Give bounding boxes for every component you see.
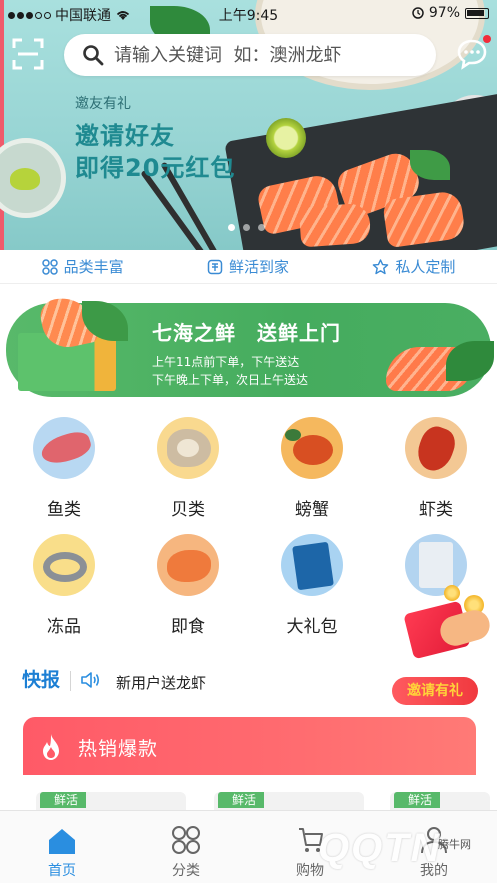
banner-dot[interactable] [228, 224, 235, 231]
scan-icon [12, 38, 44, 70]
promo-line-2: 下午晚上下单，次日上午送达 [152, 373, 309, 387]
category-label: 冻品 [47, 617, 81, 637]
home-icon [49, 829, 75, 854]
delivery-promo-banner[interactable]: 七海之鲜 送鲜上门 上午11点前下单，下午送达 下午晚上下单，次日上午送达 [6, 292, 494, 397]
banner-headline-line2: 即得20元红包 [75, 154, 236, 182]
alarm-icon [412, 7, 424, 19]
promo-line-1: 上午11点前下单，下午送达 [152, 355, 300, 369]
tab-category[interactable]: 分类 [124, 811, 248, 883]
chat-bubble-icon [457, 39, 487, 70]
feature-label: 私人定制 [395, 258, 456, 276]
banner-wasabi-image [10, 168, 40, 190]
hot-sales-header[interactable]: 热销爆款 [23, 717, 476, 775]
search-bar[interactable] [64, 34, 436, 76]
category-item[interactable]: 冻品 [2, 534, 126, 637]
status-bar: 中国联通 上午9:45 97% [0, 0, 497, 28]
feature-label: 鲜活到家 [228, 258, 289, 276]
tab-label: 首页 [48, 863, 76, 879]
battery-percent: 97% [428, 5, 460, 21]
banner-small-text: 邀友有礼 [75, 96, 131, 112]
banner-edge [0, 0, 4, 250]
feature-label: 品类丰富 [63, 258, 124, 276]
category-lobster-image [405, 417, 467, 479]
flame-icon [43, 734, 59, 760]
battery-icon [465, 7, 489, 19]
category-label: 贝类 [171, 500, 205, 520]
category-ready-to-eat-image [157, 534, 219, 596]
product-tag: 鲜活 [394, 792, 441, 808]
grid-icon [41, 258, 58, 275]
news-divider [70, 671, 71, 691]
speaker-icon [81, 672, 100, 688]
feature-item: 品类丰富 [41, 256, 124, 277]
category-shell-image [157, 417, 219, 479]
product-tag: 鲜活 [40, 792, 87, 808]
category-item[interactable]: 螃蟹 [250, 417, 374, 520]
category-label: 螃蟹 [295, 500, 329, 520]
product-tag: 鲜活 [218, 792, 265, 808]
promo-title: 七海之鲜 送鲜上门 [152, 321, 341, 345]
category-crab-image [281, 417, 343, 479]
news-text[interactable]: 新用户送龙虾 [116, 672, 206, 693]
category-item[interactable]: 鱼类 [2, 417, 126, 520]
category-gift-box-image [281, 534, 343, 596]
tab-label: 分类 [172, 863, 200, 879]
hot-sales-title: 热销爆款 [78, 738, 159, 760]
category-fish-image [33, 417, 95, 479]
floating-red-packet[interactable] [400, 585, 497, 675]
banner-lime-image [266, 118, 306, 158]
banner-headline-line1: 邀请好友 [75, 122, 175, 150]
product-cards-peek: 鲜活 鲜活 鲜活 [0, 792, 497, 810]
category-frozen-image [33, 534, 95, 596]
banner-salmon-image [298, 202, 372, 248]
message-button[interactable] [456, 35, 491, 70]
category-label: 大礼包 [286, 617, 338, 637]
invite-button[interactable]: 邀请有礼 [392, 677, 478, 705]
message-badge [483, 35, 491, 43]
category-label: 即食 [171, 617, 205, 637]
news-label: 快报 [22, 669, 61, 691]
tab-home[interactable]: 首页 [0, 811, 124, 883]
category-label: 虾类 [419, 500, 453, 520]
feature-item: 私人定制 [372, 256, 455, 277]
search-icon [83, 45, 104, 66]
category-item[interactable]: 即食 [126, 534, 250, 637]
search-input[interactable] [114, 44, 424, 66]
feature-item: 鲜活到家 [207, 256, 289, 277]
banner-dot[interactable] [243, 224, 250, 231]
star-icon [373, 258, 389, 274]
coin-icon [444, 585, 460, 601]
category-label: 鱼类 [47, 500, 81, 520]
watermark-logo: QQTN [318, 826, 442, 870]
category-item[interactable]: 大礼包 [250, 534, 374, 637]
watermark-site: 腾牛网 [438, 838, 471, 851]
category-item[interactable]: 贝类 [126, 417, 250, 520]
feature-strip: 品类丰富 鲜活到家 私人定制 [0, 250, 497, 284]
category-item[interactable]: 虾类 [374, 417, 497, 520]
box-icon [207, 259, 223, 274]
scan-button[interactable] [12, 38, 44, 70]
news-ticker: 快报 新用户送龙虾 邀请有礼 [0, 663, 497, 705]
banner-dot[interactable] [258, 224, 265, 231]
banner-pagination [228, 224, 265, 231]
category-icon [172, 826, 200, 854]
battery-info: 97% [412, 5, 489, 21]
